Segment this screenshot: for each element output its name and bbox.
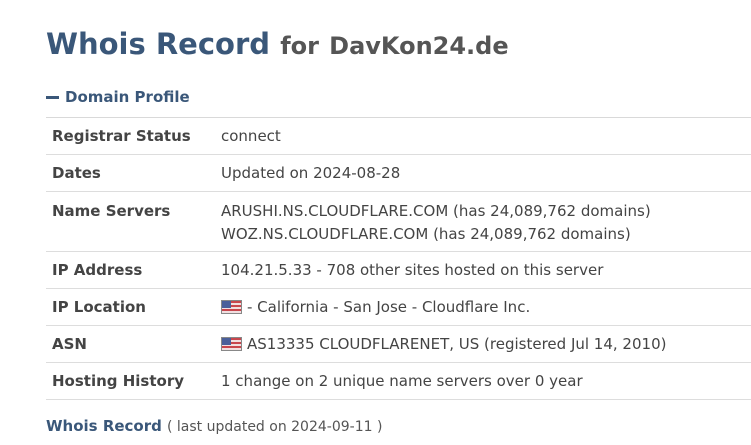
row-value-list: ARUSHI.NS.CLOUDFLARE.COM (has 24,089,762… [221, 200, 751, 246]
last-updated-note: ( last updated on 2024-09-11 ) [166, 419, 383, 435]
row-label: IP Location [52, 298, 146, 316]
row-value: 1 change on 2 unique name servers over 0… [221, 372, 583, 390]
table-row-ip-location: IP Location - California - San Jose - Cl… [46, 289, 751, 326]
table-row-asn: ASN AS13335 CLOUDFLARENET, US (registere… [46, 326, 751, 363]
table-row-name-servers: Name Servers ARUSHI.NS.CLOUDFLARE.COM (h… [46, 192, 751, 252]
table-row-registrar-status: Registrar Status connect [46, 118, 751, 155]
domain-profile-table: Registrar Status connect Dates Updated o… [46, 117, 751, 400]
table-row-dates: Dates Updated on 2024-08-28 [46, 155, 751, 192]
us-flag-icon [221, 337, 242, 351]
table-row-hosting-history: Hosting History 1 change on 2 unique nam… [46, 363, 751, 400]
row-label: ASN [52, 335, 87, 353]
row-label: Registrar Status [52, 127, 191, 145]
row-value: - California - San Jose - Cloudflare Inc… [221, 297, 751, 318]
row-value: 104.21.5.33 - 708 other sites hosted on … [221, 261, 604, 279]
page-title: Whois Record for DavKon24.de [46, 24, 509, 65]
row-value: AS13335 CLOUDFLARENET, US (registered Ju… [221, 334, 751, 355]
table-row-ip-address: IP Address 104.21.5.33 - 708 other sites… [46, 252, 751, 289]
collapse-minus-icon [46, 95, 59, 99]
row-value: Updated on 2024-08-28 [221, 164, 401, 182]
row-label: Name Servers [52, 202, 171, 220]
page-title-domain: DavKon24.de [329, 32, 509, 60]
row-value: connect [221, 127, 281, 145]
row-label: Dates [52, 164, 101, 182]
us-flag-icon [221, 300, 242, 314]
asn-text: AS13335 CLOUDFLARENET, US (registered Ju… [247, 335, 667, 353]
name-server-item: WOZ.NS.CLOUDFLARE.COM (has 24,089,762 do… [221, 225, 631, 243]
page-title-connector: for [280, 32, 319, 60]
ip-location-text: - California - San Jose - Cloudflare Inc… [247, 298, 531, 316]
page-title-main: Whois Record [46, 27, 271, 61]
domain-profile-toggle[interactable]: Domain Profile [46, 86, 190, 108]
whois-record-link[interactable]: Whois Record [46, 417, 162, 435]
whois-record-footer: Whois Record ( last updated on 2024-09-1… [46, 415, 382, 438]
row-label: Hosting History [52, 372, 185, 390]
name-server-item: ARUSHI.NS.CLOUDFLARE.COM (has 24,089,762… [221, 202, 651, 220]
row-label: IP Address [52, 261, 143, 279]
domain-profile-label: Domain Profile [65, 88, 190, 106]
